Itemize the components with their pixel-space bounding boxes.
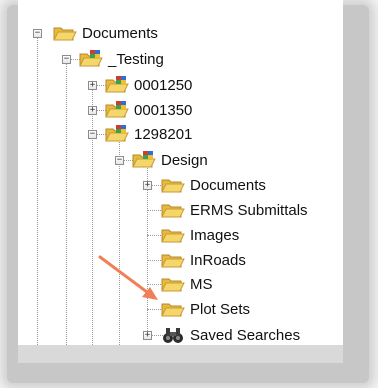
tree-panel: − − + + − − + + Documents _Testing 00012…	[18, 0, 343, 345]
annotation-arrow-icon	[98, 255, 158, 300]
status-strip	[18, 345, 343, 363]
